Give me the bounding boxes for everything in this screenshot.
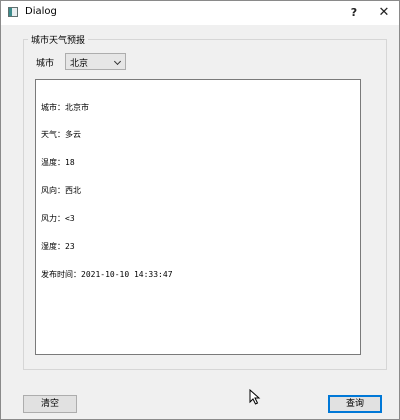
weather-output-textarea[interactable]: 城市：北京市 天气：多云 温度：18 风向：西北 风力：<3 湿度：23 发布时…	[35, 79, 361, 355]
groupbox-title: 城市天气预报	[28, 33, 89, 46]
output-line-publish-time: 发布时间：2021-10-10 14:33:47	[41, 269, 173, 279]
city-selected-value: 北京	[70, 59, 89, 69]
output-line-temperature: 温度：18	[41, 158, 75, 168]
output-line-city: 城市：北京市	[41, 102, 89, 112]
city-combobox[interactable]: 北京	[65, 53, 126, 70]
window-title: Dialog	[25, 6, 57, 17]
output-line-weather: 天气：多云	[41, 130, 81, 140]
output-line-humidity: 湿度：23	[41, 242, 75, 252]
title-bar[interactable]: Dialog ? ✕	[1, 1, 399, 25]
query-button[interactable]: 查询	[328, 395, 382, 413]
dialog-app-icon	[8, 7, 18, 17]
clear-button[interactable]: 清空	[23, 395, 77, 413]
chevron-down-icon	[113, 57, 122, 66]
city-label: 城市	[36, 59, 55, 69]
mouse-cursor-icon	[249, 389, 261, 405]
close-button[interactable]: ✕	[367, 1, 400, 25]
output-line-wind-force: 风力：<3	[41, 214, 75, 224]
dialog-window: Dialog ? ✕ 城市天气预报 城市 北京 城市：北京市 天气：多云 温度：…	[0, 0, 400, 420]
help-button[interactable]: ?	[337, 1, 371, 25]
output-line-wind-direction: 风向：西北	[41, 186, 81, 196]
